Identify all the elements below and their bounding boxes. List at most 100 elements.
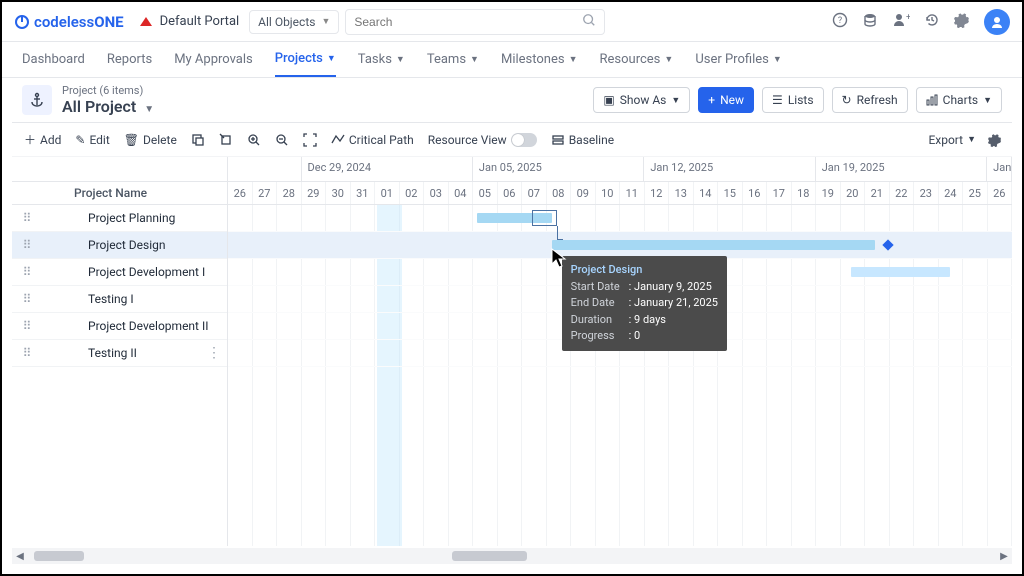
day-header: 14: [694, 182, 719, 204]
day-header: 06: [498, 182, 523, 204]
table-row[interactable]: ⠿Testing II⋮: [12, 340, 227, 367]
day-header: 25: [963, 182, 988, 204]
tab-milestones[interactable]: Milestones▼: [501, 42, 578, 77]
month-header: Jan 05, 2025: [473, 157, 644, 181]
horizontal-scrollbar[interactable]: ◀ ▶: [12, 548, 1012, 564]
table-row[interactable]: ⠿Project Development II: [12, 313, 227, 340]
refresh-button[interactable]: ↻ Refresh: [832, 87, 908, 113]
topbar: codelessONE Default Portal All Objects ▼…: [2, 2, 1022, 42]
copy-icon[interactable]: [191, 133, 205, 147]
month-header: [228, 157, 302, 181]
export-button[interactable]: Export ▼: [928, 133, 976, 147]
tab-user-profiles[interactable]: User Profiles▼: [695, 42, 781, 77]
page-title[interactable]: All Project ▼: [62, 97, 154, 116]
anchor-icon: [22, 85, 52, 115]
duplicate-icon[interactable]: [219, 133, 233, 147]
history-icon[interactable]: [924, 12, 940, 32]
day-header: 17: [767, 182, 792, 204]
gantt-bar[interactable]: [851, 267, 951, 277]
tab-teams[interactable]: Teams▼: [427, 42, 479, 77]
caret-down-icon: ▼: [327, 53, 336, 64]
scroll-right-icon[interactable]: ▶: [996, 551, 1012, 562]
gantt-row[interactable]: [228, 205, 1012, 232]
caret-down-icon: ▼: [144, 104, 154, 115]
drag-handle-icon[interactable]: ⠿: [12, 346, 42, 360]
drag-handle-icon[interactable]: ⠿: [12, 265, 42, 279]
tab-reports[interactable]: Reports: [107, 42, 152, 77]
month-header: Jan 12, 2025: [644, 157, 815, 181]
gear-icon[interactable]: [954, 12, 970, 32]
database-icon[interactable]: [862, 12, 878, 32]
settings-gear-icon[interactable]: [988, 133, 1002, 147]
edit-button[interactable]: ✎ Edit: [75, 133, 109, 147]
portal-selector[interactable]: Default Portal: [138, 14, 240, 30]
day-header: 22: [890, 182, 915, 204]
tab-my-approvals[interactable]: My Approvals: [174, 42, 253, 77]
table-row[interactable]: ⠿Testing I: [12, 286, 227, 313]
caret-down-icon: ▼: [569, 54, 578, 65]
caret-down-icon: ▼: [664, 54, 673, 65]
day-header: 30: [326, 182, 351, 204]
day-header: 26: [228, 182, 253, 204]
page-actions: ▣ Show As ▼ + New ☰ Lists ↻ Refresh Char…: [593, 87, 1002, 113]
avatar[interactable]: [984, 9, 1010, 35]
help-icon[interactable]: ?: [832, 12, 848, 32]
table-row[interactable]: ⠿Project Development I: [12, 259, 227, 286]
fit-icon[interactable]: [303, 133, 317, 147]
item-count: Project (6 items): [62, 84, 154, 97]
charts-button[interactable]: Charts ▼: [916, 87, 1002, 113]
add-button[interactable]: ＋ Add: [24, 131, 61, 148]
lists-button[interactable]: ☰ Lists: [762, 87, 823, 113]
drag-handle-icon[interactable]: ⠿: [12, 238, 42, 252]
object-selector[interactable]: All Objects ▼: [249, 10, 339, 34]
brand-logo[interactable]: codelessONE: [14, 13, 124, 31]
day-header: 16: [743, 182, 768, 204]
gantt-bar[interactable]: [552, 240, 876, 250]
task-outline[interactable]: [532, 210, 557, 226]
main-nav: Dashboard Reports My Approvals Projects▼ Tas…: [2, 42, 1022, 78]
drag-handle-icon[interactable]: ⠿: [12, 319, 42, 333]
scroll-thumb-left[interactable]: [34, 551, 84, 561]
user-add-icon[interactable]: +: [892, 12, 910, 32]
zoom-out-icon[interactable]: [275, 133, 289, 147]
zoom-in-icon[interactable]: [247, 133, 261, 147]
day-header: 18: [792, 182, 817, 204]
switch-icon[interactable]: [511, 133, 537, 147]
baseline-button[interactable]: Baseline: [551, 133, 614, 147]
gantt-right-pane[interactable]: Dec 29, 2024Jan 05, 2025Jan 12, 2025Jan …: [228, 157, 1012, 546]
search-input[interactable]: [354, 15, 582, 29]
scroll-left-icon[interactable]: ◀: [12, 551, 28, 562]
day-header: 21: [865, 182, 890, 204]
dependency-line: [557, 226, 563, 240]
scroll-thumb-right[interactable]: [452, 551, 527, 561]
day-header: 15: [718, 182, 743, 204]
project-name-cell: Project Development I: [42, 265, 205, 279]
task-tooltip: Project DesignStart Date: January 9, 202…: [562, 256, 727, 351]
tooltip-title: Project Design: [571, 262, 718, 279]
critical-path-button[interactable]: Critical Path: [331, 133, 414, 147]
search-box[interactable]: [345, 9, 605, 35]
tab-dashboard[interactable]: Dashboard: [22, 42, 85, 77]
resource-view-toggle[interactable]: Resource View: [428, 133, 537, 147]
day-header: 24: [939, 182, 964, 204]
portal-icon: [138, 14, 154, 30]
drag-handle-icon[interactable]: ⠿: [12, 292, 42, 306]
delete-button[interactable]: 🗑 Delete: [124, 133, 177, 147]
drag-handle-icon[interactable]: ⠿: [12, 211, 42, 225]
day-header: 01: [375, 182, 400, 204]
table-row[interactable]: ⠿Project Design: [12, 232, 227, 259]
new-button[interactable]: + New: [698, 87, 754, 113]
tab-resources[interactable]: Resources▼: [600, 42, 674, 77]
day-header: 11: [620, 182, 645, 204]
svg-text:+: +: [906, 13, 910, 23]
tab-projects[interactable]: Projects▼: [275, 42, 336, 77]
row-menu-icon[interactable]: ⋮: [207, 345, 227, 361]
table-row[interactable]: ⠿Project Planning: [12, 205, 227, 232]
caret-down-icon: ▼: [396, 54, 405, 65]
top-icons: ? +: [832, 9, 1010, 35]
day-header: 13: [669, 182, 694, 204]
show-as-button[interactable]: ▣ Show As ▼: [593, 87, 690, 113]
object-selector-label: All Objects: [258, 15, 315, 29]
tab-tasks[interactable]: Tasks▼: [358, 42, 405, 77]
page-header: Project (6 items) All Project ▼ ▣ Show A…: [12, 78, 1012, 118]
